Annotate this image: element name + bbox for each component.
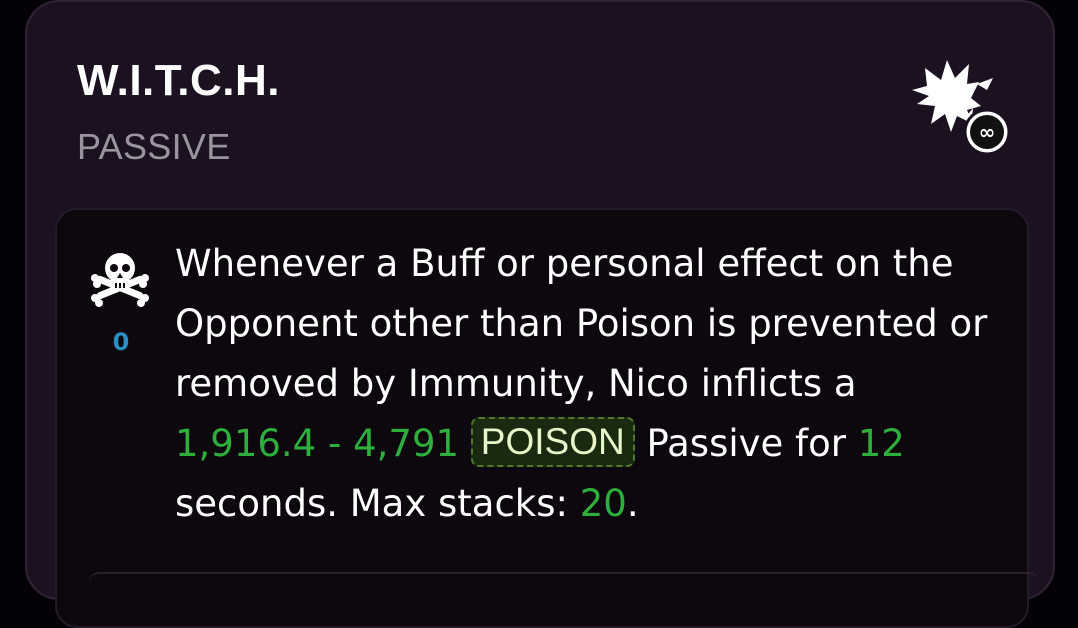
description-text-3: seconds. Max stacks: [175,482,580,525]
damage-range-value: 1,916.4 - 4,791 [175,422,460,465]
max-stacks-value: 20 [579,482,627,525]
skull-crossbones-icon [91,253,149,307]
next-panel-edge [89,572,1039,582]
stack-count: 0 [112,328,130,356]
duration-value: 12 [857,422,905,465]
effect-description: Whenever a Buff or personal effect on th… [175,234,995,534]
poison-badge[interactable]: POISON [470,416,635,467]
ability-card: W.I.T.C.H. PASSIVE ∞ 0 Whenever a Buff o… [25,0,1055,628]
description-text-1: Whenever a Buff or personal effect on th… [175,242,988,405]
ability-type-label: PASSIVE [77,126,231,167]
ability-title: W.I.T.C.H. [77,56,280,105]
description-text-4: . [626,482,639,525]
description-text-2: Passive for [634,422,858,465]
svg-text:∞: ∞ [979,120,996,144]
burst-infinity-icon: ∞ [912,60,1011,156]
